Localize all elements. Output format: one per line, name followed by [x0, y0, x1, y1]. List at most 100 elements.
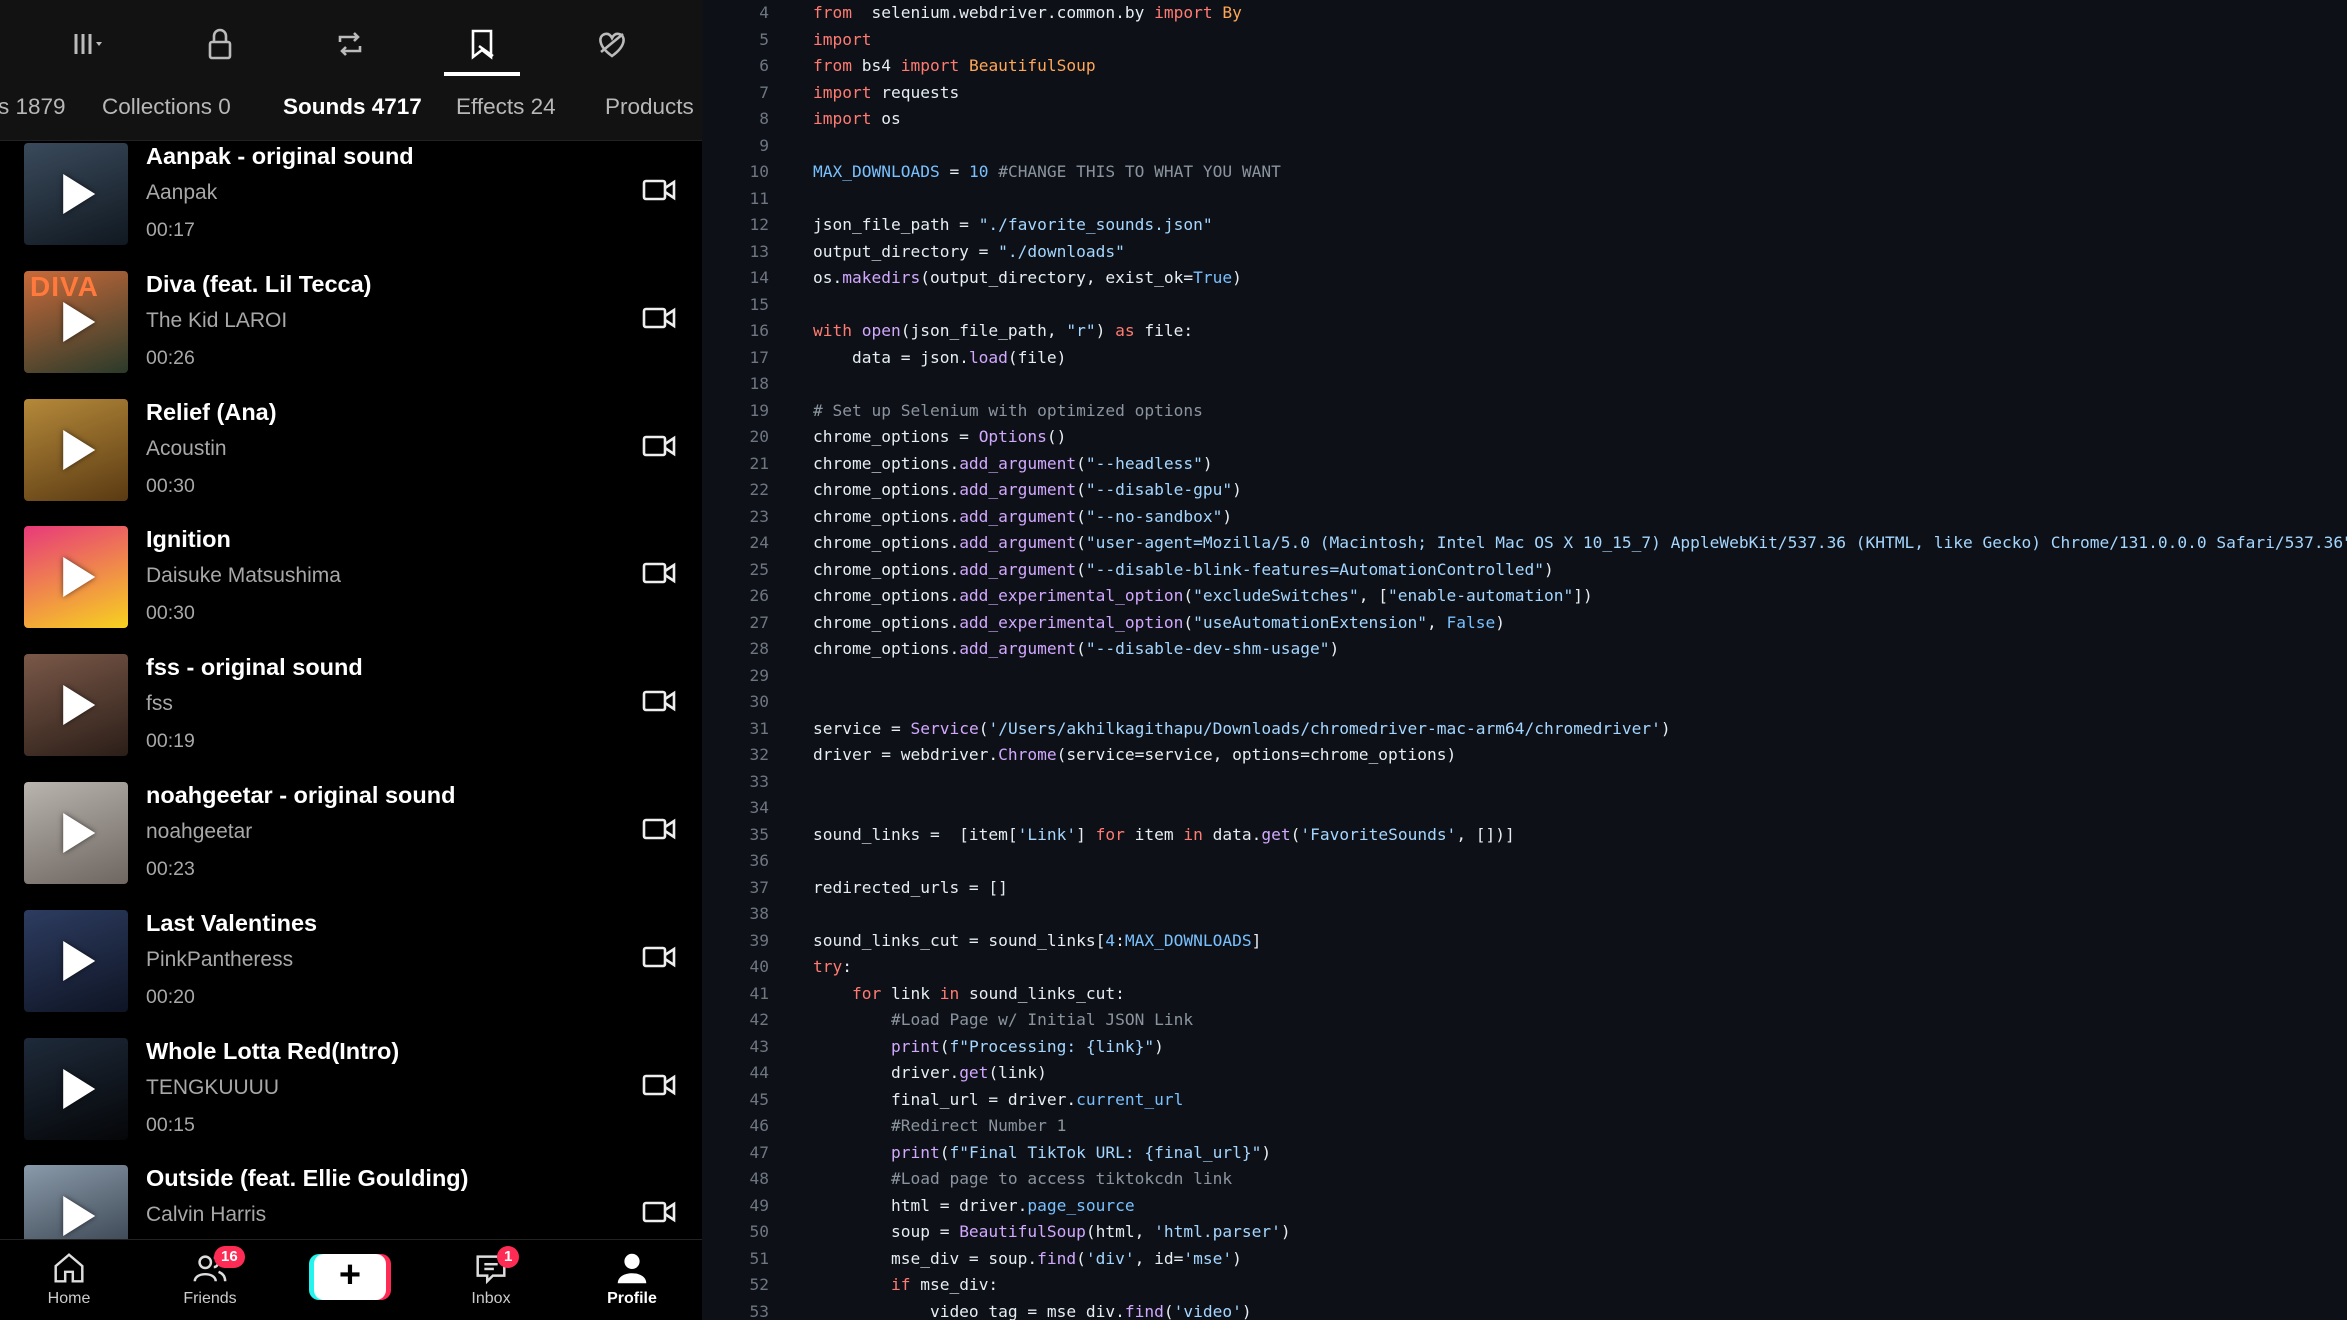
columns-dropdown-icon[interactable]	[52, 14, 124, 74]
code-token: (output_directory, exist_ok=	[920, 268, 1194, 287]
use-sound-video-icon[interactable]	[642, 177, 676, 203]
sound-thumbnail[interactable]	[24, 1037, 128, 1140]
play-icon	[63, 174, 96, 214]
code-token: get	[959, 1063, 989, 1082]
tab-products[interactable]: Products	[605, 94, 694, 120]
code-line: 52 if mse_div:	[702, 1272, 2347, 1299]
use-sound-video-icon[interactable]	[642, 816, 676, 842]
sound-thumbnail[interactable]	[24, 143, 128, 245]
repost-icon[interactable]	[314, 14, 386, 74]
code-token: service =	[813, 718, 911, 738]
sound-row[interactable]: Relief (Ana) Acoustin 00:30	[0, 397, 702, 525]
sound-row[interactable]: Whole Lotta Red(Intro) TENGKUUUU 00:15	[0, 1036, 702, 1164]
code-token: (	[1163, 1301, 1174, 1320]
sound-duration: 00:17	[146, 219, 195, 241]
sound-title: Ignition	[146, 526, 231, 553]
tab-effects[interactable]: Effects 24	[456, 94, 556, 120]
code-token: )	[1154, 1036, 1164, 1056]
nav-inbox-label: Inbox	[471, 1290, 511, 1307]
code-token: f"Processing: {link}"	[949, 1036, 1155, 1056]
code-line: 44 driver.get(link)	[702, 1060, 2347, 1087]
create-button[interactable]: +	[314, 1254, 386, 1300]
line-number: 18	[749, 374, 770, 393]
use-sound-video-icon[interactable]	[642, 305, 676, 331]
code-line: 29	[702, 663, 2347, 690]
nav-inbox[interactable]: Inbox 1	[441, 1246, 541, 1316]
code-token: '/Users/akhilkagithapu/Downloads/chromed…	[988, 718, 1661, 738]
code-token: import	[900, 56, 960, 75]
sound-row[interactable]: fss - original sound fss 00:19	[0, 652, 702, 780]
liked-heart-icon[interactable]	[576, 14, 648, 74]
line-number: 26	[749, 586, 770, 605]
code-token: By	[1212, 3, 1242, 22]
code-line: 8 import os	[702, 106, 2347, 133]
sound-row[interactable]: DIVA Diva (feat. Lil Tecca) The Kid LAROI 0…	[0, 269, 702, 397]
play-icon	[63, 1196, 96, 1237]
code-text: redirected_urls = []	[813, 875, 1008, 902]
sound-artist: Aanpak	[146, 181, 218, 204]
tab-favorites[interactable]: s 1879	[0, 94, 66, 120]
line-number: 27	[749, 612, 770, 632]
code-token: ]	[1076, 824, 1096, 844]
sound-row[interactable]: Ignition Daisuke Matsushima 00:30	[0, 524, 702, 652]
code-line: 49 html = driver.page_source	[702, 1193, 2347, 1220]
code-text: # Set up Selenium with optimized options	[813, 398, 1203, 425]
code-token: find	[1124, 1301, 1164, 1320]
use-sound-video-icon[interactable]	[642, 688, 676, 714]
line-number: 16	[749, 321, 770, 340]
sound-thumbnail[interactable]: DIVA	[24, 270, 128, 373]
sound-thumbnail[interactable]	[24, 526, 128, 629]
code-line: 34	[702, 795, 2347, 822]
favorites-icon[interactable]	[446, 14, 518, 74]
line-number: 35	[749, 824, 770, 844]
use-sound-video-icon[interactable]	[642, 433, 676, 459]
code-token: MAX_DOWNLOADS	[813, 162, 940, 181]
sound-list: Aanpak - original sound Aanpak 00:17 DIVA Di…	[0, 141, 702, 1239]
code-token: sound_links_cut = sound_links[	[813, 930, 1106, 950]
code-line: 46 #Redirect Number 1	[702, 1113, 2347, 1140]
code-token: in	[939, 983, 960, 1003]
line-number: 40	[749, 957, 770, 976]
code-token: add_argument	[959, 480, 1077, 499]
sound-row[interactable]: Last Valentines PinkPantheress 00:20	[0, 908, 702, 1036]
code-token: False	[1446, 612, 1496, 632]
use-sound-video-icon[interactable]	[642, 560, 676, 586]
code-editor[interactable]: 4 from selenium.webdriver.common.by impor…	[702, 0, 2347, 1320]
code-line: 23 chrome_options.add_argument("--no-sand…	[702, 504, 2347, 531]
use-sound-video-icon[interactable]	[642, 1072, 676, 1098]
inbox-badge: 1	[497, 1246, 520, 1268]
friends-badge: 16	[214, 1246, 245, 1268]
use-sound-video-icon[interactable]	[642, 944, 676, 970]
sound-row[interactable]: Outside (feat. Ellie Goulding) Calvin Har…	[0, 1163, 702, 1239]
code-token: )	[1095, 321, 1116, 340]
code-token: (	[1183, 586, 1194, 605]
sound-row[interactable]: Aanpak - original sound Aanpak 00:17	[0, 141, 702, 269]
code-line: 4 from selenium.webdriver.common.by impor…	[702, 0, 2347, 27]
nav-home[interactable]: Home	[19, 1246, 119, 1316]
code-token: print	[890, 1036, 940, 1056]
code-text: json_file_path = "./favorite_sounds.json…	[813, 212, 1213, 239]
sound-thumbnail[interactable]	[24, 1165, 128, 1239]
code-line: 16 with open(json_file_path, "r") as file…	[702, 318, 2347, 345]
line-number: 8	[759, 109, 769, 128]
lock-icon[interactable]	[184, 14, 256, 74]
code-line: 41 for link in sound_links_cut:	[702, 981, 2347, 1008]
code-token: chrome_options.	[813, 586, 960, 605]
code-token: import	[813, 29, 872, 49]
code-token: output_directory =	[813, 241, 999, 261]
line-number: 32	[749, 745, 770, 764]
tab-collections[interactable]: Collections 0	[102, 94, 231, 120]
tab-sounds[interactable]: Sounds 4717	[283, 94, 422, 120]
nav-friends[interactable]: Friends 16	[160, 1246, 260, 1316]
sound-thumbnail[interactable]	[24, 782, 128, 884]
line-number: 49	[749, 1195, 770, 1215]
sound-thumbnail[interactable]	[24, 654, 128, 757]
use-sound-video-icon[interactable]	[642, 1199, 676, 1225]
sound-thumbnail[interactable]	[24, 398, 128, 501]
sound-title: Last Valentines	[146, 909, 318, 936]
sound-thumbnail[interactable]	[24, 909, 128, 1012]
play-icon	[63, 429, 96, 470]
sound-row[interactable]: noahgeetar - original sound noahgeetar 00:…	[0, 780, 702, 908]
nav-profile[interactable]: Profile	[582, 1246, 682, 1316]
code-token: )	[1329, 639, 1340, 658]
